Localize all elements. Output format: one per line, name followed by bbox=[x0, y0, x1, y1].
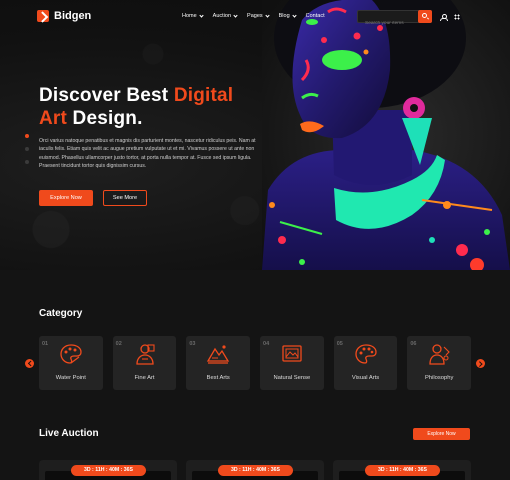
hero-section: Bidgen Home Auction Pages Blog Contact D… bbox=[0, 0, 510, 270]
hero-title-part: Design. bbox=[67, 108, 143, 129]
hero-title-part: Discover Best bbox=[39, 85, 174, 106]
nav-label: Auction bbox=[212, 13, 232, 19]
category-label: Natural Sense bbox=[273, 375, 311, 381]
chevron-down-icon bbox=[199, 12, 204, 18]
category-title: Category bbox=[39, 308, 83, 319]
nav-item-home[interactable]: Home bbox=[182, 12, 204, 19]
explore-now-button[interactable]: Explore Now bbox=[39, 190, 93, 206]
category-prev-arrow-icon[interactable] bbox=[25, 359, 34, 368]
logo-mark-icon bbox=[37, 10, 49, 22]
category-card-philosophy[interactable]: 06 Philosophy bbox=[407, 336, 472, 390]
category-number: 01 bbox=[42, 341, 49, 347]
slider-dot[interactable] bbox=[25, 160, 29, 164]
category-list: 01 Water Point 02 Fine Art 03 Best Arts … bbox=[39, 336, 472, 390]
chevron-down-icon bbox=[233, 12, 238, 18]
mountain-painting-icon bbox=[207, 345, 230, 364]
logo-text: Bidgen bbox=[54, 10, 92, 22]
hero-title-accent: Art bbox=[39, 108, 68, 129]
palette-brush-icon bbox=[355, 344, 377, 364]
nav-item-contact[interactable]: Contact bbox=[306, 13, 325, 19]
chevron-down-icon bbox=[292, 12, 297, 18]
category-card-fine-art[interactable]: 02 Fine Art bbox=[112, 336, 177, 390]
nav-item-blog[interactable]: Blog bbox=[278, 12, 297, 19]
slider-dot[interactable] bbox=[25, 134, 29, 138]
nav-item-auction[interactable]: Auction bbox=[212, 12, 238, 19]
category-label: Visual Arts bbox=[351, 375, 380, 381]
nav-label: Blog bbox=[278, 13, 290, 19]
category-label: Philosophy bbox=[425, 375, 454, 381]
category-label: Water Point bbox=[55, 375, 86, 381]
slider-dots bbox=[25, 134, 29, 164]
search-box bbox=[357, 10, 432, 29]
hero-portrait-image bbox=[262, 0, 510, 270]
category-card-natural-sense[interactable]: 04 Natural Sense bbox=[260, 336, 324, 390]
nav-label: Pages bbox=[247, 13, 263, 19]
category-label: Fine Art bbox=[134, 375, 155, 381]
auction-timer: 3D : 11H : 40M : 36S bbox=[218, 465, 293, 476]
see-more-button[interactable]: See More bbox=[103, 190, 147, 206]
hero-title-accent: Digital bbox=[173, 85, 234, 106]
auction-timer: 3D : 11H : 40M : 36S bbox=[365, 465, 440, 476]
category-number: 02 bbox=[115, 341, 122, 347]
category-next-arrow-icon[interactable] bbox=[476, 359, 485, 368]
hero-title: Discover Best Digital Art Design. bbox=[39, 84, 279, 130]
search-input[interactable] bbox=[358, 18, 418, 29]
category-number: 04 bbox=[263, 341, 270, 347]
category-number: 05 bbox=[336, 341, 343, 347]
artist-icon bbox=[136, 344, 155, 365]
live-auction-title: Live Auction bbox=[39, 428, 99, 439]
auction-explore-now-button[interactable]: Explore Now bbox=[413, 428, 470, 440]
category-card-water-point[interactable]: 01 Water Point bbox=[39, 336, 103, 390]
logo[interactable]: Bidgen bbox=[37, 10, 91, 22]
chevron-down-icon bbox=[265, 12, 270, 18]
main-nav: Home Auction Pages Blog Contact bbox=[182, 12, 325, 19]
grid-menu-icon[interactable] bbox=[454, 14, 460, 20]
category-card-best-arts[interactable]: 03 Best Arts bbox=[186, 336, 251, 390]
user-icon[interactable] bbox=[440, 14, 448, 21]
category-card-visual-arts[interactable]: 05 Visual Arts bbox=[333, 336, 398, 390]
category-number: 03 bbox=[189, 341, 196, 347]
search-icon bbox=[422, 13, 427, 18]
hero-description: Orci varius natoque penatibus et magnis … bbox=[39, 138, 256, 169]
painter-icon bbox=[429, 344, 451, 365]
slider-dot[interactable] bbox=[25, 147, 29, 151]
category-number: 06 bbox=[410, 341, 417, 347]
nav-label: Home bbox=[182, 13, 197, 19]
search-button[interactable] bbox=[418, 10, 432, 23]
nav-label: Contact bbox=[305, 13, 325, 19]
nav-item-pages[interactable]: Pages bbox=[247, 12, 270, 19]
landscape-frame-icon bbox=[282, 345, 302, 362]
category-label: Best Arts bbox=[206, 375, 230, 381]
auction-timer: 3D : 11H : 40M : 36S bbox=[71, 465, 146, 476]
site-header: Bidgen Home Auction Pages Blog Contact bbox=[0, 0, 510, 34]
palette-icon bbox=[60, 344, 82, 364]
